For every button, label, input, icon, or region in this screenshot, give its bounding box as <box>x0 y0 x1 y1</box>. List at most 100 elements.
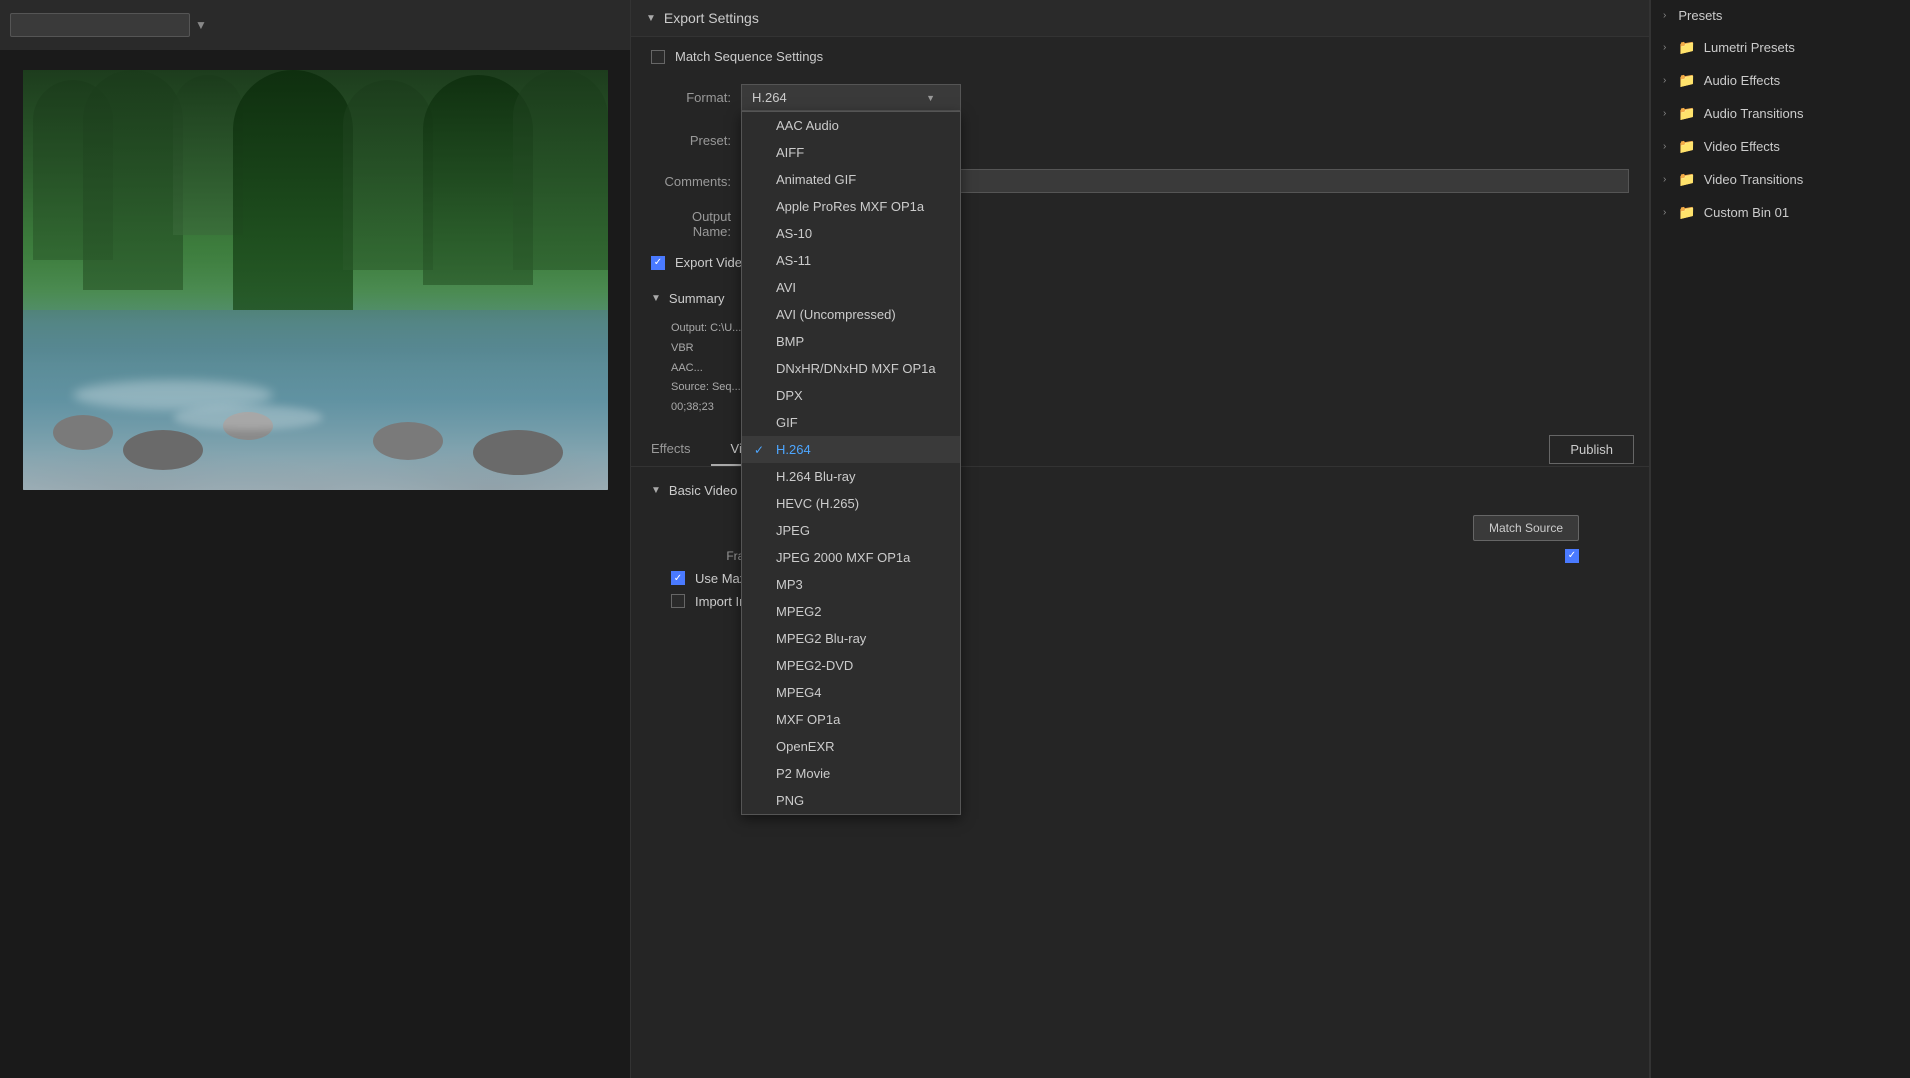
right-panel-item-label: Video Transitions <box>1704 172 1804 187</box>
folder-icon: 📁 <box>1678 204 1695 221</box>
preset-label: Preset: <box>651 133 731 148</box>
frame-checkbox[interactable]: ✓ <box>1565 549 1579 563</box>
dropdown-item-avi[interactable]: AVI <box>742 274 960 301</box>
match-sequence-row: Match Sequence Settings <box>631 37 1649 76</box>
dropdown-item-label: AIFF <box>776 145 804 160</box>
check-mark-icon: ✓ <box>754 443 768 457</box>
export-settings-header: ▼ Export Settings <box>631 0 1649 37</box>
chevron-right-icon: › <box>1663 108 1666 119</box>
format-dropdown-container: H.264 ▼ AAC AudioAIFFAnimated GIFApple P… <box>741 84 961 111</box>
dropdown-item-label: DNxHR/DNxHD MXF OP1a <box>776 361 936 376</box>
right-panel-item-audio-transitions[interactable]: ›📁Audio Transitions <box>1651 97 1910 130</box>
right-panel-item-video-transitions[interactable]: › 📁 Video Transitions <box>1651 163 1910 196</box>
left-panel: ▼ <box>0 0 630 1078</box>
dropdown-item-label: MPEG2-DVD <box>776 658 853 673</box>
dropdown-item-h.264[interactable]: ✓ H.264 <box>742 436 960 463</box>
dropdown-item-label: BMP <box>776 334 804 349</box>
dropdown-item-mpeg2[interactable]: MPEG2 <box>742 598 960 625</box>
right-panel-item-label: Presets <box>1678 8 1722 23</box>
format-row: Format: H.264 ▼ AAC AudioAIFFAnimated GI… <box>631 76 1649 119</box>
preview-dropdown[interactable] <box>10 13 190 37</box>
right-panel-item-label: Audio Transitions <box>1704 106 1804 121</box>
export-video-checkbox[interactable]: ✓ <box>651 256 665 270</box>
dropdown-item-label: DPX <box>776 388 803 403</box>
chevron-right-icon: › <box>1663 174 1666 185</box>
chevron-down-icon: ▼ <box>926 93 935 103</box>
dropdown-item-dnxhr/dnxhd-mxf-op1a[interactable]: DNxHR/DNxHD MXF OP1a <box>742 355 960 382</box>
dropdown-item-label: OpenEXR <box>776 739 835 754</box>
right-panel-item-presets[interactable]: › Presets <box>1651 0 1910 31</box>
preview-image <box>23 70 608 490</box>
use-max-render-checkbox[interactable]: ✓ <box>671 571 685 585</box>
export-video-label: Export Video <box>675 255 749 270</box>
dropdown-item-hevc-(h.265)[interactable]: HEVC (H.265) <box>742 490 960 517</box>
dropdown-item-label: Animated GIF <box>776 172 856 187</box>
summary-collapse-icon: ▼ <box>651 293 661 304</box>
dropdown-item-label: JPEG 2000 MXF OP1a <box>776 550 910 565</box>
match-sequence-label: Match Sequence Settings <box>675 49 823 64</box>
dropdown-item-as-11[interactable]: AS-11 <box>742 247 960 274</box>
dropdown-item-jpeg[interactable]: JPEG <box>742 517 960 544</box>
dropdown-item-mp3[interactable]: MP3 <box>742 571 960 598</box>
right-panel: ›Presets›📁Lumetri Presets›📁Audio Effects… <box>1650 0 1910 1078</box>
folder-icon: 📁 <box>1678 138 1695 155</box>
import-into-project-checkbox[interactable] <box>671 594 685 608</box>
right-panel-item-custom-bin-01[interactable]: › 📁 Custom Bin 01 <box>1651 196 1910 229</box>
comments-label: Comments: <box>651 174 731 189</box>
right-panel-item-audio-effects[interactable]: ›📁Audio Effects <box>1651 64 1910 97</box>
chevron-right-icon: › <box>1663 207 1666 218</box>
dropdown-item-mpeg4[interactable]: MPEG4 <box>742 679 960 706</box>
center-scroll-area: Match Sequence Settings Format: H.264 ▼ … <box>631 37 1649 1078</box>
format-dropdown-button[interactable]: H.264 ▼ <box>741 84 961 111</box>
tab-effects[interactable]: Effects <box>631 433 711 466</box>
dropdown-item-bmp[interactable]: BMP <box>742 328 960 355</box>
dropdown-item-apple-prores-mxf-op1a[interactable]: Apple ProRes MXF OP1a <box>742 193 960 220</box>
right-panel-item-label: Video Effects <box>1704 139 1780 154</box>
dropdown-item-label: AS-11 <box>776 253 811 268</box>
dropdown-item-aiff[interactable]: AIFF <box>742 139 960 166</box>
dropdown-item-label: Apple ProRes MXF OP1a <box>776 199 924 214</box>
dropdown-item-mxf-op1a[interactable]: MXF OP1a <box>742 706 960 733</box>
dropdown-item-avi-(uncompressed)[interactable]: AVI (Uncompressed) <box>742 301 960 328</box>
folder-icon: 📁 <box>1678 39 1695 56</box>
dropdown-item-label: H.264 <box>776 442 811 457</box>
dropdown-item-animated-gif[interactable]: Animated GIF <box>742 166 960 193</box>
chevron-right-icon: › <box>1663 10 1666 21</box>
dropdown-item-h.264-blu-ray[interactable]: H.264 Blu-ray <box>742 463 960 490</box>
summary-title: Summary <box>669 291 725 306</box>
dropdown-item-label: HEVC (H.265) <box>776 496 859 511</box>
dropdown-item-as-10[interactable]: AS-10 <box>742 220 960 247</box>
dropdown-item-label: AVI <box>776 280 796 295</box>
dropdown-item-dpx[interactable]: DPX <box>742 382 960 409</box>
preview-top-bar: ▼ <box>0 0 630 50</box>
folder-icon: 📁 <box>1678 72 1695 89</box>
chevron-right-icon: › <box>1663 42 1666 53</box>
dropdown-item-aac-audio[interactable]: AAC Audio <box>742 112 960 139</box>
export-settings-title: Export Settings <box>664 10 759 26</box>
dropdown-item-mpeg2-dvd[interactable]: MPEG2-DVD <box>742 652 960 679</box>
match-sequence-checkbox[interactable] <box>651 50 665 64</box>
publish-button[interactable]: Publish <box>1549 435 1634 464</box>
dropdown-item-jpeg-2000-mxf-op1a[interactable]: JPEG 2000 MXF OP1a <box>742 544 960 571</box>
output-name-label: Output Name: <box>651 209 731 239</box>
right-panel-item-lumetri-presets[interactable]: ›📁Lumetri Presets <box>1651 31 1910 64</box>
basic-video-collapse-icon: ▼ <box>651 485 661 496</box>
dropdown-item-gif[interactable]: GIF <box>742 409 960 436</box>
dropdown-item-label: GIF <box>776 415 798 430</box>
format-dropdown-menu: AAC Audio AIFF Animated GIF Apple ProRes MX… <box>741 111 961 815</box>
dropdown-item-label: MPEG2 <box>776 604 822 619</box>
dropdown-item-png[interactable]: PNG <box>742 787 960 814</box>
collapse-icon[interactable]: ▼ <box>646 13 656 24</box>
dropdown-item-mpeg2-blu-ray[interactable]: MPEG2 Blu-ray <box>742 625 960 652</box>
dropdown-item-label: MP3 <box>776 577 803 592</box>
right-panel-item-label: Custom Bin 01 <box>1704 205 1789 220</box>
dropdown-item-p2-movie[interactable]: P2 Movie <box>742 760 960 787</box>
right-panel-item-video-effects[interactable]: ›📁Video Effects <box>1651 130 1910 163</box>
right-panel-item-label: Audio Effects <box>1704 73 1780 88</box>
match-source-button[interactable]: Match Source <box>1473 515 1579 541</box>
dropdown-item-label: H.264 Blu-ray <box>776 469 855 484</box>
format-selected-value: H.264 <box>752 90 787 105</box>
dropdown-item-openexr[interactable]: OpenEXR <box>742 733 960 760</box>
format-label: Format: <box>651 90 731 105</box>
folder-icon: 📁 <box>1678 171 1695 188</box>
